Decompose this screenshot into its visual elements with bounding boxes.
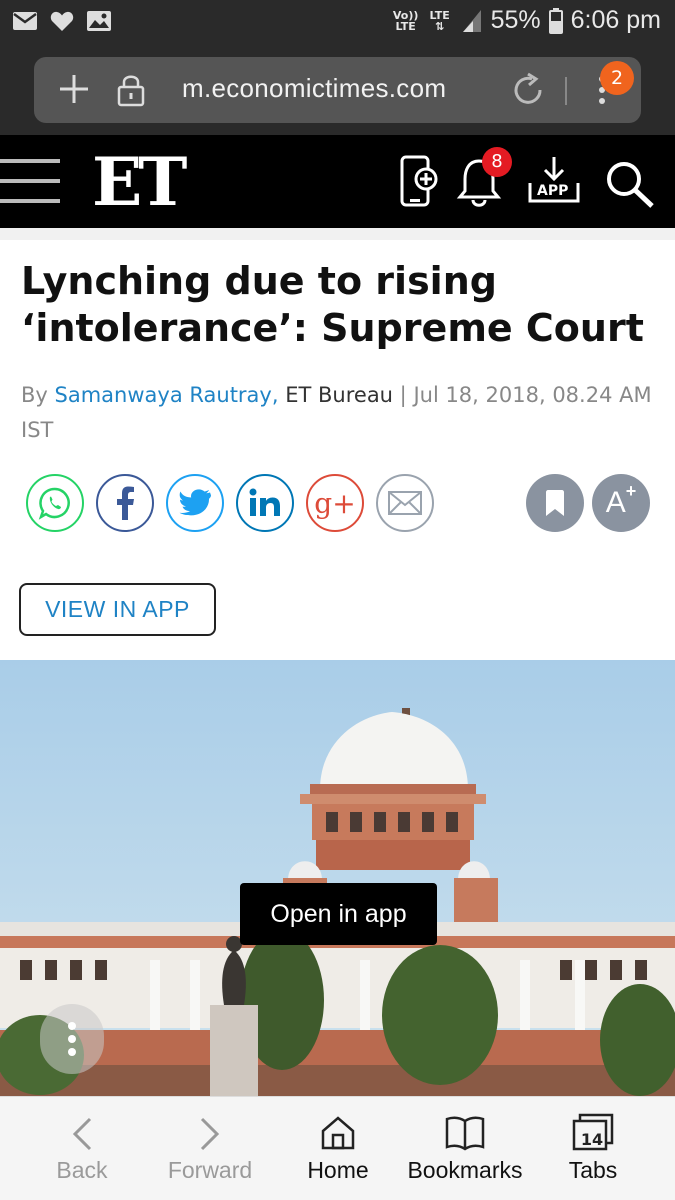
site-header: ET 8 APP [0, 135, 675, 228]
share-bar: g+ A + [26, 474, 651, 532]
twitter-icon [179, 489, 211, 516]
mail-icon [388, 491, 422, 515]
et-logo[interactable]: ET [92, 143, 187, 221]
open-in-app-button[interactable]: Open in app [240, 883, 437, 945]
byline-separator: | [393, 383, 414, 407]
lte-icon: LTE ⇅ [429, 8, 450, 33]
lte-label: LTE [429, 8, 450, 22]
home-label: Home [307, 1157, 369, 1183]
bookmarks-label: Bookmarks [407, 1157, 523, 1183]
chevron-right-icon [200, 1117, 220, 1151]
header-divider [0, 228, 675, 240]
google-plus-share-button[interactable]: g+ [306, 474, 364, 532]
tabs-button[interactable]: 14 Tabs [560, 1097, 626, 1200]
floating-menu-handle[interactable] [40, 1004, 104, 1074]
tabs-count-badge: 2 [600, 61, 634, 95]
home-icon [321, 1116, 355, 1150]
bookmark-button[interactable] [526, 474, 584, 532]
linkedin-icon [249, 488, 280, 516]
bookmark-icon [546, 490, 564, 516]
toolbar-divider [565, 77, 567, 105]
app-label: APP [537, 183, 569, 199]
tabs-label: Tabs [568, 1157, 618, 1183]
article-byline: By Samanwaya Rautray, ET Bureau | Jul 18… [21, 378, 661, 448]
chevron-left-icon [72, 1117, 92, 1151]
battery-icon [548, 7, 563, 34]
back-label: Back [56, 1157, 108, 1183]
twitter-share-button[interactable] [166, 474, 224, 532]
search-icon[interactable] [604, 159, 656, 209]
hamburger-menu-icon[interactable] [0, 159, 60, 205]
author-link[interactable]: Samanwaya Rautray [55, 383, 272, 407]
font-size-icon: A [605, 486, 626, 519]
author-suffix: , [271, 383, 279, 407]
back-button[interactable]: Back [52, 1097, 112, 1200]
forward-button[interactable]: Forward [165, 1097, 255, 1200]
mobile-add-icon[interactable] [398, 155, 438, 209]
home-button[interactable]: Home [300, 1097, 376, 1200]
article-headline: Lynching due to rising ‘intolerance’: Su… [21, 259, 644, 350]
browser-toolbar: m.economictimes.com 2 [0, 48, 675, 135]
tabs-count: 14 [580, 1130, 604, 1149]
reload-icon[interactable] [510, 71, 546, 109]
heart-icon [50, 11, 74, 31]
font-size-plus: + [625, 480, 637, 501]
linkedin-share-button[interactable] [236, 474, 294, 532]
email-share-button[interactable] [376, 474, 434, 532]
browser-bottom-nav: Back Forward Home Bookmarks 14 Tabs [0, 1096, 675, 1200]
google-plus-icon: g+ [314, 486, 356, 520]
image-icon [87, 11, 111, 31]
signal-icon [462, 9, 481, 32]
volte-icon: Vo)) LTE [392, 8, 419, 33]
new-tab-icon[interactable] [56, 71, 92, 107]
facebook-icon [117, 486, 134, 520]
book-icon [445, 1116, 485, 1151]
download-app-icon[interactable]: APP [528, 155, 580, 209]
notification-count-badge: 8 [482, 147, 512, 177]
lock-icon[interactable] [116, 73, 146, 107]
bureau-name: ET Bureau [285, 383, 393, 407]
mail-icon [13, 12, 37, 30]
view-in-app-button[interactable]: VIEW IN APP [19, 583, 216, 636]
clock: 6:06 pm [570, 6, 661, 34]
forward-label: Forward [167, 1157, 253, 1183]
url-text[interactable]: m.economictimes.com [182, 73, 446, 104]
font-size-button[interactable]: A + [592, 474, 650, 532]
whatsapp-icon [38, 487, 70, 520]
whatsapp-share-button[interactable] [26, 474, 84, 532]
bookmarks-button[interactable]: Bookmarks [405, 1097, 525, 1200]
battery-percent: 55% [490, 6, 541, 34]
byline-prefix: By [21, 383, 48, 407]
facebook-share-button[interactable] [96, 474, 154, 532]
address-bar[interactable]: m.economictimes.com 2 [34, 57, 641, 123]
status-bar: Vo)) LTE LTE ⇅ 55% 6:06 pm [0, 0, 675, 48]
